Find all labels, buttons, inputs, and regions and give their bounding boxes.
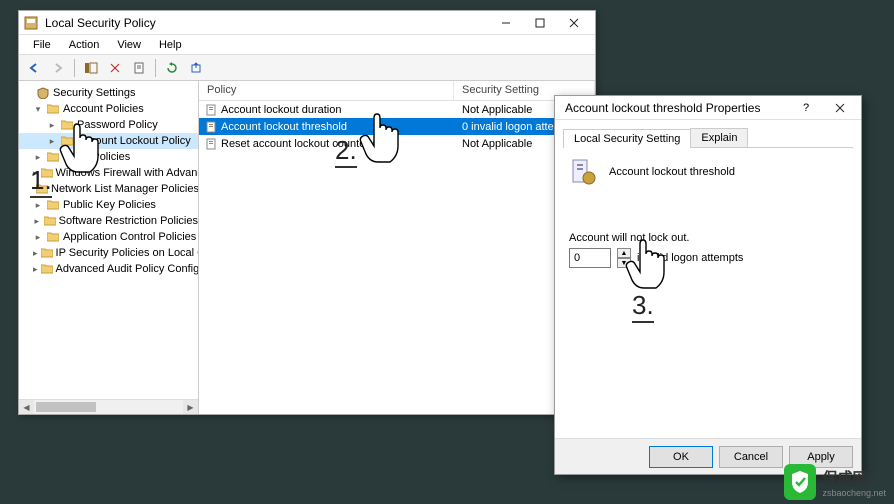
scroll-left-button[interactable]: ◀ [19, 400, 34, 414]
spin-up-button[interactable]: ▲ [617, 248, 631, 258]
list-row[interactable]: Account lockout duration Not Applicable [199, 101, 595, 118]
main-titlebar: Local Security Policy [19, 11, 595, 35]
lockout-message: Account will not lock out. [569, 232, 847, 244]
minimize-button[interactable] [489, 12, 523, 34]
tab-local-security-setting[interactable]: Local Security Setting [563, 129, 691, 148]
policy-name: Account lockout threshold [221, 121, 347, 133]
lockout-suffix: invalid logon attempts [637, 252, 743, 264]
callout-3: 3. [632, 290, 654, 323]
list-row[interactable]: Reset account lockout counter after Not … [199, 135, 595, 152]
callout-2: 2. [335, 135, 357, 168]
tree-label: Password Policy [77, 119, 158, 131]
tree-label: Software Restriction Policies [59, 215, 198, 227]
folder-icon [60, 134, 74, 148]
tree-account-lockout-policy[interactable]: ▸Account Lockout Policy [19, 133, 198, 149]
menubar: File Action View Help [19, 35, 595, 55]
folder-icon [46, 230, 60, 244]
properties-button[interactable] [128, 57, 150, 79]
folder-icon [60, 118, 74, 132]
tree-advanced-audit[interactable]: ▸Advanced Audit Policy Configuration [19, 261, 198, 277]
maximize-button[interactable] [523, 12, 557, 34]
scroll-track[interactable] [98, 400, 183, 414]
tree-root[interactable]: Security Settings [19, 85, 198, 101]
tree-pane: Security Settings ▾Account Policies ▸Pas… [19, 81, 199, 414]
lockout-threshold-input[interactable] [569, 248, 611, 268]
tree-password-policy[interactable]: ▸Password Policy [19, 117, 198, 133]
tree-label: Account Lockout Policy [77, 135, 191, 147]
policy-title: Account lockout threshold [609, 166, 735, 178]
watermark-url: zsbaocheng.net [822, 488, 886, 498]
show-hide-tree-button[interactable] [80, 57, 102, 79]
watermark-shield-icon [784, 464, 816, 500]
policy-list-pane: Policy Security Setting Account lockout … [199, 81, 595, 414]
tree-app-control[interactable]: ▸Application Control Policies [19, 229, 198, 245]
tree-ip-security[interactable]: ▸IP Security Policies on Local Computer [19, 245, 198, 261]
tree-label: Application Control Policies [63, 231, 196, 243]
folder-icon [44, 214, 56, 228]
horizontal-scrollbar[interactable]: ◀ ▶ [19, 399, 198, 414]
toolbar [19, 55, 595, 81]
policy-name: Reset account lockout counter after [221, 138, 394, 150]
menu-action[interactable]: Action [61, 37, 108, 52]
main-title: Local Security Policy [45, 16, 489, 30]
spinner: ▲ ▼ [617, 248, 631, 268]
menu-help[interactable]: Help [151, 37, 190, 52]
export-button[interactable] [185, 57, 207, 79]
back-button[interactable] [23, 57, 45, 79]
list-header: Policy Security Setting [199, 81, 595, 101]
dialog-titlebar: Account lockout threshold Properties ? [555, 96, 861, 120]
cancel-button[interactable]: Cancel [719, 446, 783, 468]
policy-name: Account lockout duration [221, 104, 341, 116]
help-button[interactable]: ? [789, 97, 823, 119]
close-button[interactable] [557, 12, 591, 34]
list-row[interactable]: Account lockout threshold 0 invalid logo… [199, 118, 595, 135]
tree-software-restriction[interactable]: ▸Software Restriction Policies [19, 213, 198, 229]
policy-icon [205, 121, 217, 133]
tree-label: Network List Manager Policies [51, 183, 199, 195]
tree-label: IP Security Policies on Local Computer [56, 247, 199, 259]
col-header-policy[interactable]: Policy [199, 81, 454, 100]
folder-icon [46, 198, 60, 212]
policy-icon [205, 104, 217, 116]
folder-icon [46, 102, 60, 116]
folder-icon [41, 246, 53, 260]
folder-icon [41, 262, 53, 276]
toolbar-separator [74, 59, 75, 77]
tree-local-policies[interactable]: ▸Local Policies [19, 149, 198, 165]
tab-explain[interactable]: Explain [690, 128, 748, 147]
delete-button[interactable] [104, 57, 126, 79]
tree-label: Public Key Policies [63, 199, 156, 211]
policy-icon [205, 138, 217, 150]
toolbar-separator [155, 59, 156, 77]
watermark: 保成网 zsbaocheng.net [784, 464, 886, 500]
ok-button[interactable]: OK [649, 446, 713, 468]
properties-dialog: Account lockout threshold Properties ? L… [554, 95, 862, 475]
scroll-thumb[interactable] [36, 402, 96, 412]
refresh-button[interactable] [161, 57, 183, 79]
callout-1: 1. [30, 165, 52, 198]
tabs: Local Security Setting Explain [563, 128, 853, 148]
tree-label: Security Settings [53, 87, 136, 99]
scroll-right-button[interactable]: ▶ [183, 400, 198, 414]
local-security-policy-window: Local Security Policy File Action View H… [18, 10, 596, 415]
shield-icon [36, 86, 50, 100]
folder-icon [46, 150, 60, 164]
spin-down-button[interactable]: ▼ [617, 258, 631, 268]
tree-public-key-policies[interactable]: ▸Public Key Policies [19, 197, 198, 213]
tree-label: Account Policies [63, 103, 144, 115]
tree-label: Windows Firewall with Advanced Security [56, 167, 199, 179]
forward-button[interactable] [47, 57, 69, 79]
app-icon [23, 15, 39, 31]
dialog-close-button[interactable] [823, 97, 857, 119]
policy-large-icon [569, 158, 597, 186]
dialog-title: Account lockout threshold Properties [559, 101, 789, 115]
tree-account-policies[interactable]: ▾Account Policies [19, 101, 198, 117]
menu-file[interactable]: File [25, 37, 59, 52]
tree-label: Local Policies [63, 151, 130, 163]
watermark-text: 保成网 [822, 467, 886, 488]
menu-view[interactable]: View [109, 37, 149, 52]
tree-label: Advanced Audit Policy Configuration [56, 263, 199, 275]
